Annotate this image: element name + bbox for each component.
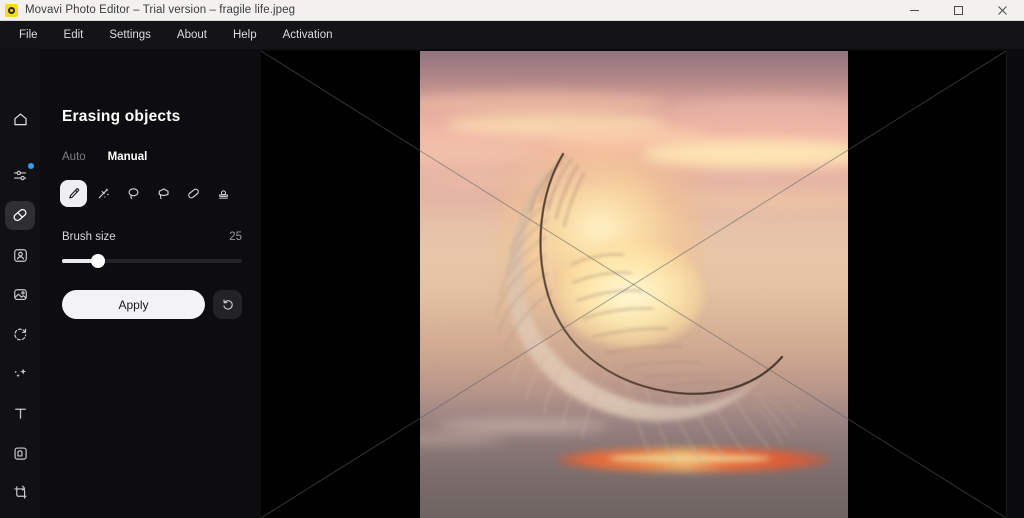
rail-item-crop[interactable] [5, 478, 35, 507]
menubar: File Edit Settings About Help Activation [0, 21, 1024, 49]
stamp-icon [216, 186, 231, 201]
sparkle-icon [12, 365, 29, 382]
rail-item-frame[interactable] [5, 439, 35, 468]
tab-auto[interactable]: Auto [62, 151, 86, 163]
brush-size-row: Brush size 25 [62, 231, 242, 243]
menu-item-help[interactable]: Help [220, 25, 270, 45]
notification-badge [28, 162, 34, 169]
movavi-icon [5, 3, 18, 17]
reset-button[interactable] [213, 290, 242, 319]
canvas-area [261, 49, 1024, 518]
eraser-icon [186, 186, 201, 201]
tool-row [60, 180, 247, 207]
sliders-icon [12, 167, 29, 184]
rail-item-home[interactable] [5, 105, 35, 134]
tool-polygon-lasso[interactable] [150, 180, 177, 207]
menu-item-file[interactable]: File [6, 25, 51, 45]
tool-eraser[interactable] [180, 180, 207, 207]
tool-lasso[interactable] [120, 180, 147, 207]
minimize-button[interactable] [892, 0, 936, 20]
menu-item-settings[interactable]: Settings [96, 25, 164, 45]
tool-panel: Erasing objects Auto Manual Brush size 2… [40, 49, 261, 518]
tool-stamp[interactable] [210, 180, 237, 207]
action-row: Apply [62, 290, 242, 319]
tab-manual[interactable]: Manual [108, 151, 148, 163]
window-title: Movavi Photo Editor – Trial version – fr… [25, 4, 296, 16]
rail-item-background[interactable] [5, 280, 35, 309]
brush-size-slider[interactable] [62, 254, 242, 268]
maximize-button[interactable] [936, 0, 980, 20]
bandage-icon [11, 206, 29, 224]
menu-item-about[interactable]: About [164, 25, 220, 45]
slider-thumb[interactable] [91, 254, 105, 268]
apply-button[interactable]: Apply [62, 290, 205, 319]
tool-rail [0, 49, 40, 518]
brush-icon [66, 186, 81, 201]
rail-item-text[interactable] [5, 399, 35, 428]
text-icon [12, 405, 29, 422]
image-icon [12, 286, 29, 303]
magic-wand-icon [96, 186, 111, 201]
frame-icon [12, 445, 29, 462]
tool-magic-wand[interactable] [90, 180, 117, 207]
window-controls [892, 0, 1024, 20]
tool-brush[interactable] [60, 180, 87, 207]
page-title: Erasing objects [62, 108, 181, 125]
rail-item-ai-enhance[interactable] [5, 360, 35, 389]
crop-rotate-icon [12, 484, 29, 501]
portrait-icon [12, 247, 29, 264]
reset-icon [221, 298, 235, 312]
rail-item-adjustments[interactable] [5, 162, 35, 191]
menu-item-activation[interactable]: Activation [270, 25, 346, 45]
image-canvas[interactable] [261, 51, 1006, 518]
lasso-icon [126, 186, 141, 201]
rail-item-portrait[interactable] [5, 241, 35, 270]
trial-x-overlay [261, 51, 1006, 518]
close-button[interactable] [980, 0, 1024, 20]
restore-icon [12, 326, 29, 343]
mode-tabs: Auto Manual [62, 151, 247, 163]
rail-item-restore[interactable] [5, 320, 35, 349]
rail-item-erase-objects[interactable] [5, 201, 35, 230]
canvas-right-edge [1006, 51, 1007, 518]
brush-size-label: Brush size [62, 231, 116, 243]
home-icon [12, 111, 29, 128]
brush-size-value: 25 [229, 231, 242, 243]
main-shell: Erasing objects Auto Manual Brush size 2… [0, 49, 1024, 518]
menu-item-edit[interactable]: Edit [51, 25, 97, 45]
titlebar: Movavi Photo Editor – Trial version – fr… [0, 0, 1024, 21]
polygon-lasso-icon [156, 186, 171, 201]
